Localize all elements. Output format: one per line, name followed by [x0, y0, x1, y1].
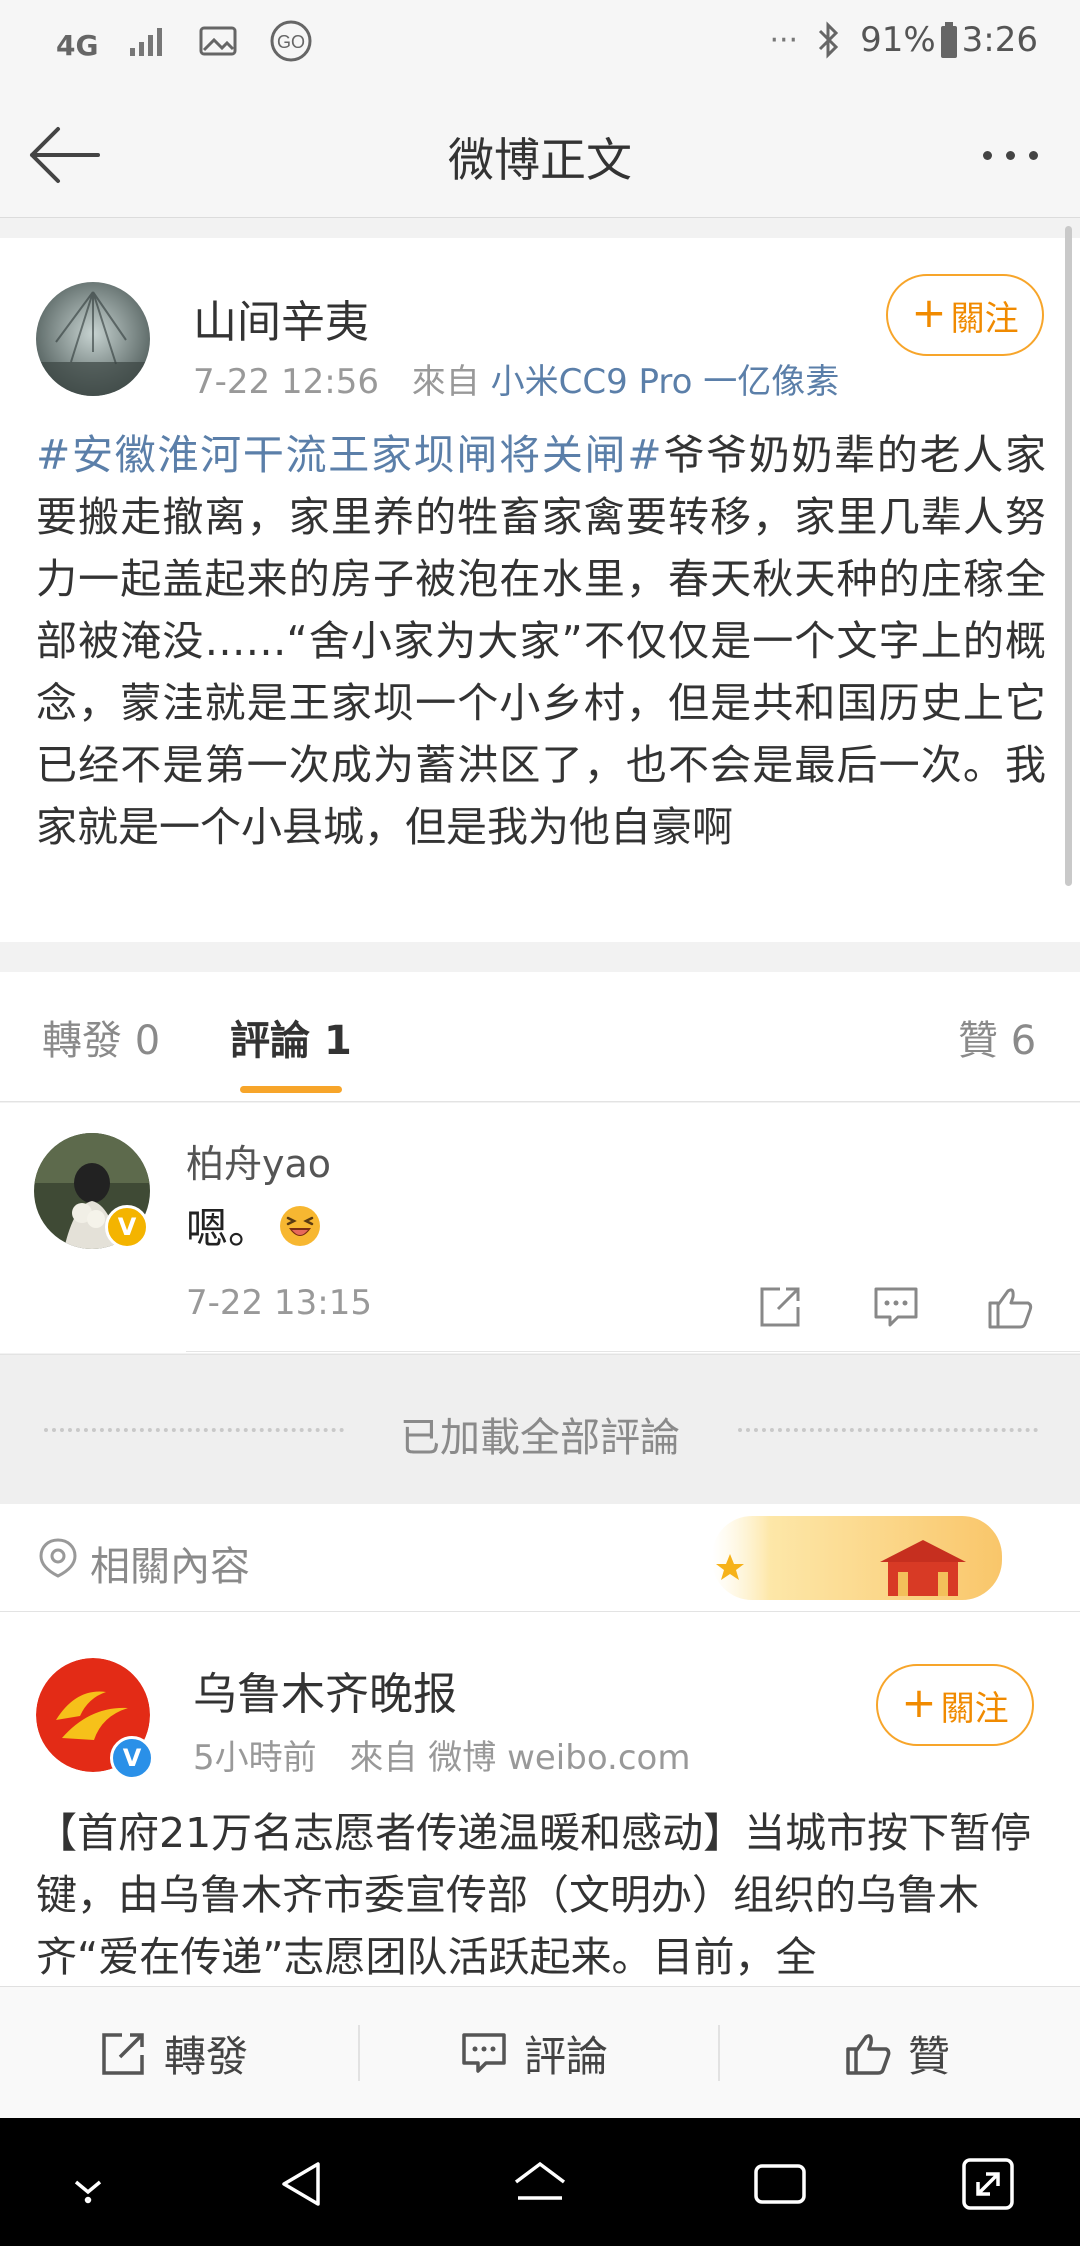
like-button[interactable]: 贊 — [842, 1987, 950, 2119]
comment-item: V 柏舟yao 嗯。 7-22 13:15 — [0, 1103, 1080, 1353]
nav-bar: 微博正文 — [0, 90, 1080, 218]
related-post-body: 【首府21万名志愿者传递温暖和感动】当城市按下暂停键，由乌鲁木齐市委宣传部（文明… — [36, 1809, 1032, 1981]
bottom-action-bar: 轉發 評論 贊 — [0, 1986, 1080, 2118]
comment-time: 7-22 13:15 — [186, 1283, 372, 1323]
comment-content: 嗯。 — [186, 1195, 322, 1256]
source-prefix: 來自 — [411, 362, 480, 402]
tab-likes-label: 贊 — [958, 1018, 998, 1064]
signal-icon — [130, 28, 163, 56]
follow-button[interactable]: + 關注 — [886, 274, 1044, 356]
plus-icon: + — [911, 288, 947, 337]
repost-label: 轉發 — [164, 2031, 249, 2081]
active-tab-indicator — [240, 1086, 342, 1093]
hide-keyboard-icon[interactable] — [56, 2152, 120, 2216]
post-body-text: 爷爷奶奶辈的老人家要搬走撤离，家里养的牲畜家禽要转移，家里几辈人努力一起盖起来的… — [36, 431, 1046, 851]
related-post-card: V 乌鲁木齐晚报 5小時前 來自 微博 weibo.com + 關注 【首府21… — [0, 1612, 1080, 1986]
comment-button[interactable]: 評論 — [458, 1987, 608, 2119]
notification-dots: ··· — [769, 22, 799, 58]
tab-reposts-label: 轉發 — [42, 1018, 122, 1064]
commenter-username[interactable]: 柏舟yao — [186, 1133, 331, 1188]
laughing-emoji-icon — [280, 1205, 321, 1246]
reply-comment-icon[interactable] — [868, 1279, 924, 1335]
post-time: 7-22 12:56 — [193, 362, 379, 402]
all-comments-loaded: 已加載全部評論 — [0, 1354, 1080, 1504]
tab-reposts-count: 0 — [134, 1018, 161, 1064]
plus-icon: + — [901, 1678, 937, 1727]
tab-likes[interactable]: 贊 6 — [958, 1008, 1036, 1066]
hashtag-link[interactable]: #安徽淮河干流王家坝闸将关闸# — [36, 431, 662, 479]
page-title: 微博正文 — [448, 133, 632, 187]
tab-comments-label: 評論 — [230, 1018, 310, 1064]
screen-rotate-icon[interactable] — [956, 2152, 1020, 2216]
divider — [718, 2025, 720, 2081]
post-meta: 7-22 12:56 來自 小米CC9 Pro 一亿像素 — [193, 354, 839, 403]
home-nav-icon[interactable] — [508, 2152, 572, 2216]
tab-comments-count: 1 — [323, 1018, 352, 1064]
image-icon — [199, 26, 237, 56]
data-saver-icon: GO — [270, 20, 312, 62]
comment-label: 評論 — [524, 2031, 609, 2081]
tab-bar: 轉發 0 評論 1 贊 6 — [0, 972, 1080, 1102]
battery-icon — [940, 22, 957, 58]
bluetooth-icon — [819, 21, 839, 59]
divider — [358, 2025, 360, 2081]
repost-button[interactable]: 轉發 — [98, 1987, 248, 2119]
like-icon[interactable] — [982, 1279, 1038, 1335]
follow-button-related[interactable]: + 關注 — [876, 1664, 1034, 1746]
back-nav-icon[interactable] — [272, 2152, 336, 2216]
status-bar: 4G GO ··· 91% 3:26 — [0, 0, 1080, 90]
related-source-prefix: 來自 — [349, 1738, 418, 1778]
divider-dots-right — [738, 1428, 1038, 1432]
post-username[interactable]: 山间辛夷 — [193, 286, 369, 350]
post-body: #安徽淮河干流王家坝闸将关闸#爷爷奶奶辈的老人家要搬走撤离，家里养的牲畜家禽要转… — [36, 424, 1046, 858]
clock: 3:26 — [961, 20, 1038, 60]
repost-icon — [102, 2033, 144, 2075]
related-content-label: 相關內容 — [90, 1544, 250, 1590]
tab-reposts[interactable]: 轉發 0 — [42, 1008, 160, 1066]
avatar[interactable] — [36, 282, 150, 396]
tab-comments[interactable]: 評論 1 — [230, 1008, 352, 1066]
battery-percent: 91% — [860, 20, 936, 60]
network-4g-icon: 4G — [56, 28, 99, 62]
comment-text: 嗯。 — [186, 1204, 271, 1253]
related-content-header: 相關內容 — [0, 1504, 1080, 1612]
like-label: 贊 — [908, 2031, 951, 2081]
tab-likes-count: 6 — [1010, 1018, 1037, 1064]
share-icon[interactable] — [752, 1279, 808, 1335]
related-post-time: 5小時前 — [193, 1738, 317, 1778]
all-loaded-text: 已加載全部評論 — [400, 1415, 680, 1461]
related-icon — [39, 1538, 77, 1578]
system-navigation-bar — [0, 2118, 1080, 2246]
verified-badge-icon: V — [110, 1736, 154, 1780]
more-options-icon[interactable] — [970, 130, 1050, 180]
china-fans-banner-icon[interactable] — [712, 1508, 1002, 1608]
related-post-source: 微博 weibo.com — [428, 1738, 691, 1778]
follow-label: 關注 — [940, 1688, 1009, 1729]
post-card: 山间辛夷 7-22 12:56 來自 小米CC9 Pro 一亿像素 + 關注 #… — [0, 238, 1080, 942]
thumbs-up-icon — [846, 2034, 891, 2075]
related-post-username[interactable]: 乌鲁木齐晚报 — [193, 1658, 457, 1722]
scrollbar[interactable] — [1065, 226, 1072, 886]
svg-text:GO: GO — [277, 32, 305, 52]
comment-icon — [462, 2033, 506, 2073]
post-source[interactable]: 小米CC9 Pro 一亿像素 — [491, 362, 840, 402]
follow-label: 關注 — [950, 298, 1019, 339]
recent-apps-icon[interactable] — [748, 2152, 812, 2216]
divider — [186, 1351, 1080, 1352]
related-post-meta: 5小時前 來自 微博 weibo.com — [193, 1730, 690, 1779]
verified-badge-icon: V — [105, 1205, 149, 1249]
